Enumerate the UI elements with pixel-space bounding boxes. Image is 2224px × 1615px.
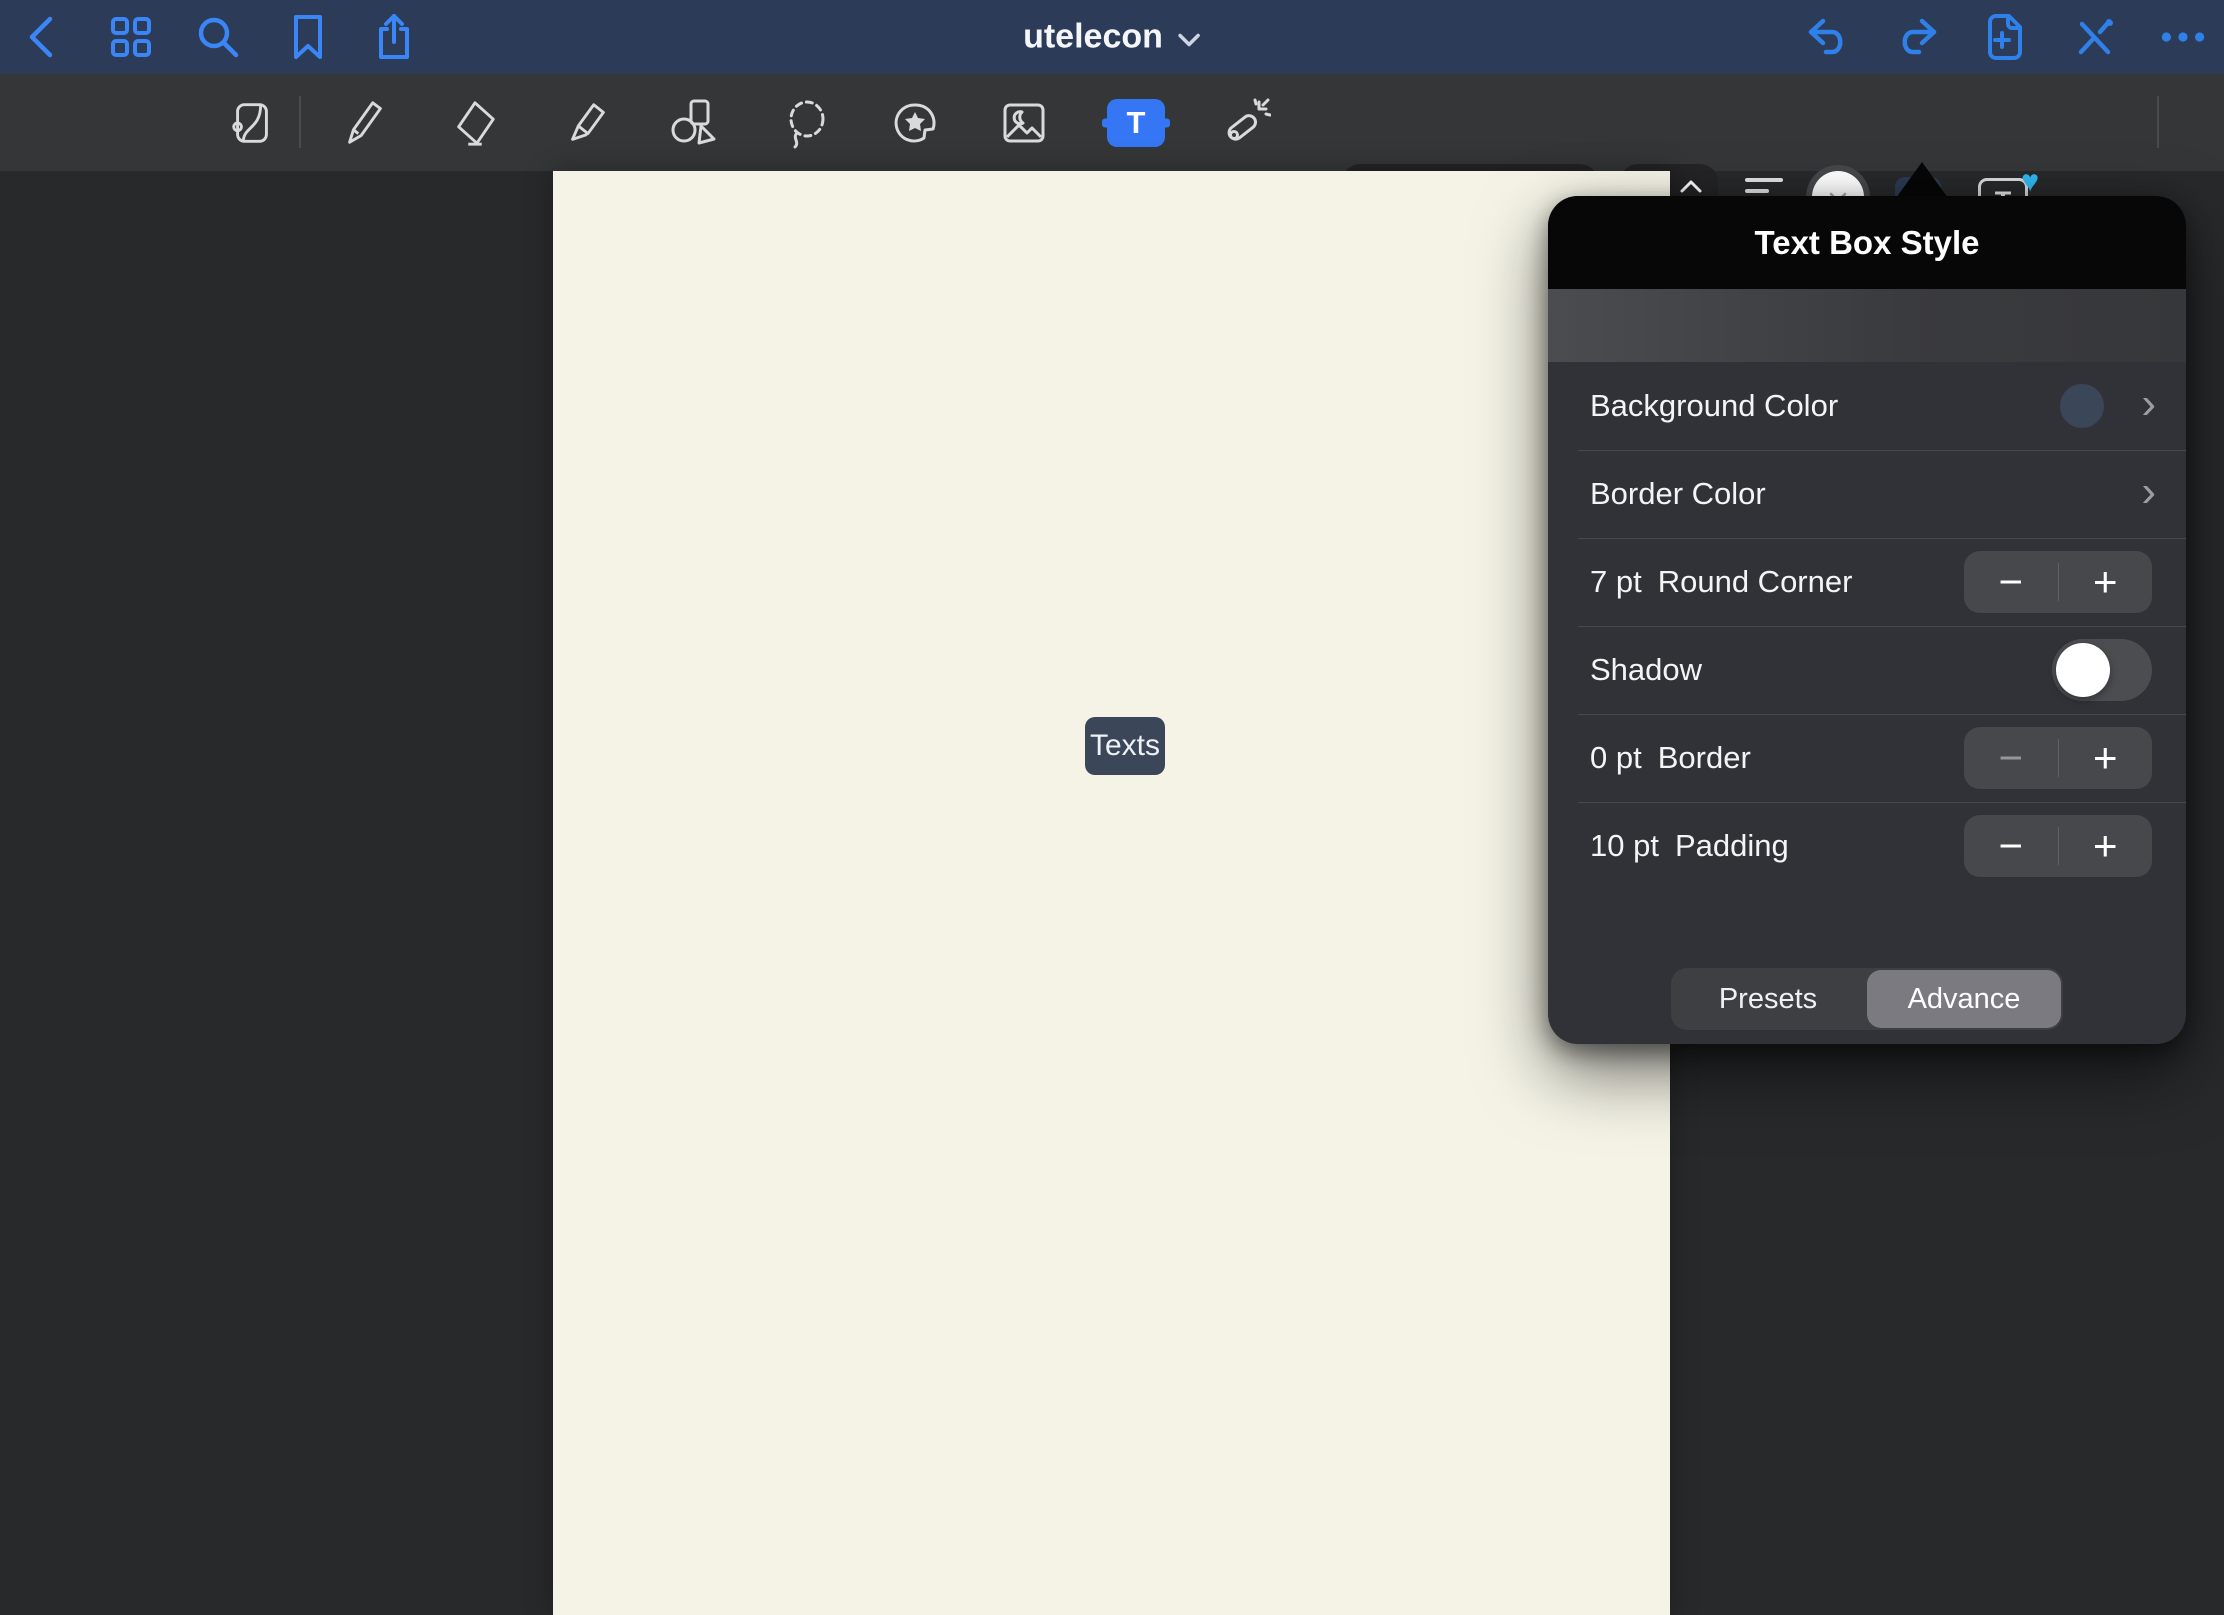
undo-icon[interactable] <box>1804 13 1852 61</box>
panel-title: Text Box Style <box>1755 224 1980 262</box>
document-title-label: utelecon <box>1023 18 1163 57</box>
lasso-icon[interactable] <box>777 94 835 152</box>
toolbar: T HiraginoSans-... 16 T ♥ <box>0 74 2224 171</box>
padding-plus-button[interactable]: + <box>2059 815 2153 877</box>
round-corner-minus-button[interactable]: − <box>1964 551 2058 613</box>
row-label: Border Color <box>1590 476 1766 512</box>
advance-button[interactable]: Advance <box>1867 970 2061 1028</box>
pan-page-icon[interactable] <box>223 94 281 152</box>
round-corner-stepper: − + <box>1964 551 2152 613</box>
redo-icon[interactable] <box>1893 13 1941 61</box>
row-label: Round Corner <box>1658 564 1853 600</box>
text-tool-icon[interactable]: T <box>1107 99 1165 147</box>
chevron-right-icon: › <box>2141 470 2156 514</box>
round-corner-plus-button[interactable]: + <box>2059 551 2153 613</box>
pen-cross-icon[interactable] <box>2071 13 2119 61</box>
row-border-color[interactable]: Border Color › <box>1548 450 2186 538</box>
toolbar-separator <box>299 96 301 148</box>
sticker-icon[interactable] <box>886 94 944 152</box>
laser-pointer-icon[interactable] <box>1216 94 1274 152</box>
padding-stepper: − + <box>1964 815 2152 877</box>
padding-minus-button[interactable]: − <box>1964 815 2058 877</box>
more-ellipsis-icon[interactable] <box>2159 13 2207 61</box>
border-width-plus-button[interactable]: + <box>2059 727 2153 789</box>
bookmark-icon[interactable] <box>284 13 332 61</box>
chevron-down-icon <box>1177 32 1201 48</box>
text-box-style-panel: Text Box Style Background Color › Border… <box>1548 196 2186 1044</box>
row-background-color[interactable]: Background Color › <box>1548 362 2186 450</box>
row-label: Border <box>1658 740 1751 776</box>
style-preview-strip <box>1548 289 2186 362</box>
row-label: Padding <box>1675 828 1789 864</box>
shadow-toggle[interactable] <box>2052 639 2152 701</box>
image-icon[interactable] <box>995 94 1053 152</box>
text-tool-label: T <box>1127 105 1146 141</box>
row-round-corner: 7 pt Round Corner − + <box>1548 538 2186 626</box>
border-width-minus-button[interactable]: − <box>1964 727 2058 789</box>
row-shadow: Shadow <box>1548 626 2186 714</box>
row-label: Background Color <box>1590 388 1838 424</box>
search-icon[interactable] <box>194 13 242 61</box>
popover-arrow <box>1896 162 1948 198</box>
row-separator <box>1578 626 2186 627</box>
eraser-icon[interactable] <box>446 94 504 152</box>
notebook-page[interactable] <box>553 171 1670 1615</box>
thumbnails-grid-icon[interactable] <box>107 13 155 61</box>
row-separator <box>1578 450 2186 451</box>
row-separator <box>1578 538 2186 539</box>
row-padding: 10 pt Padding − + <box>1548 802 2186 890</box>
back-chevron-icon[interactable] <box>18 13 66 61</box>
padding-value: 10 pt <box>1590 828 1659 864</box>
border-width-value: 0 pt <box>1590 740 1642 776</box>
navbar: utelecon <box>0 0 2224 74</box>
toolbar-separator <box>2157 96 2159 148</box>
row-border-width: 0 pt Border − + <box>1548 714 2186 802</box>
text-box[interactable]: Texts <box>1085 717 1165 775</box>
panel-rows: Background Color › Border Color › 7 pt R… <box>1548 362 2186 890</box>
toggle-knob <box>2056 643 2110 697</box>
pen-icon[interactable] <box>336 94 394 152</box>
panel-header: Text Box Style <box>1548 196 2186 289</box>
panel-footer-segmented-control: Presets Advance <box>1671 968 2063 1030</box>
document-title[interactable]: utelecon <box>1023 18 1201 57</box>
share-icon[interactable] <box>370 13 418 61</box>
background-color-swatch[interactable] <box>2060 384 2104 428</box>
shapes-icon[interactable] <box>666 94 724 152</box>
text-box-content: Texts <box>1090 729 1160 763</box>
highlighter-icon[interactable] <box>558 94 616 152</box>
border-width-stepper: − + <box>1964 727 2152 789</box>
row-label: Shadow <box>1590 652 1702 688</box>
heart-icon: ♥ <box>2021 165 2039 199</box>
presets-button[interactable]: Presets <box>1671 968 1865 1030</box>
round-corner-value: 7 pt <box>1590 564 1642 600</box>
row-separator <box>1578 802 2186 803</box>
add-page-icon[interactable] <box>1979 13 2027 61</box>
row-separator <box>1578 714 2186 715</box>
chevron-right-icon: › <box>2141 382 2156 426</box>
